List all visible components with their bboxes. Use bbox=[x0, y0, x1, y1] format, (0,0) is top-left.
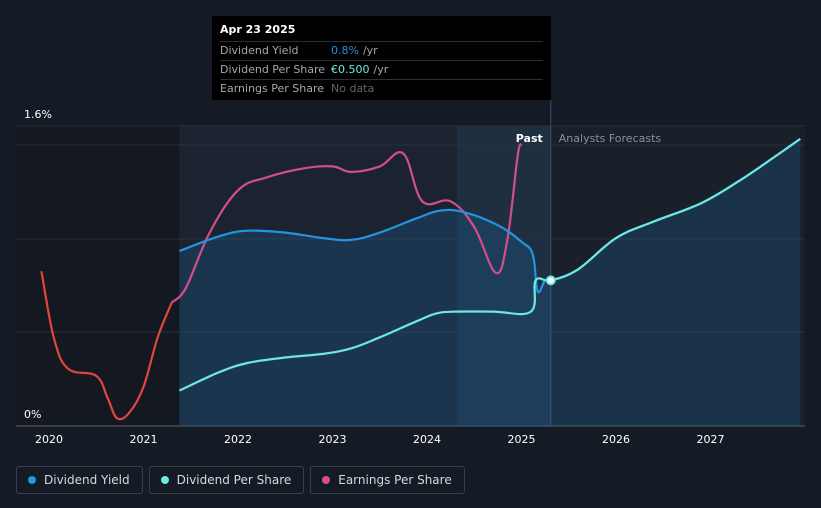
legend-item-dividend-per-share[interactable]: Dividend Per Share bbox=[148, 466, 305, 494]
legend-label: Dividend Per Share bbox=[176, 473, 292, 487]
x-tick-label: 2021 bbox=[130, 433, 158, 446]
x-tick-label: 2023 bbox=[319, 433, 347, 446]
legend-dot-icon bbox=[28, 476, 36, 484]
legend-label: Earnings Per Share bbox=[338, 473, 452, 487]
tooltip-unit: /yr bbox=[373, 63, 389, 76]
x-tick-label: 2024 bbox=[413, 433, 441, 446]
tooltip-value: 0.8% bbox=[331, 44, 359, 57]
x-tick-label: 2025 bbox=[508, 433, 536, 446]
legend-dot-icon bbox=[322, 476, 331, 484]
tooltip-label: Dividend Per Share bbox=[220, 63, 326, 76]
legend-item-earnings-per-share[interactable]: Earnings Per Share bbox=[310, 466, 465, 494]
tooltip-row-earnings-per-share: Earnings Per Share No data bbox=[220, 79, 543, 98]
x-tick-label: 2027 bbox=[697, 433, 725, 446]
tooltip-value: €0.500 bbox=[331, 63, 370, 76]
legend-item-dividend-yield[interactable]: Dividend Yield bbox=[16, 466, 143, 494]
tooltip-date: Apr 23 2025 bbox=[220, 23, 296, 36]
x-tick-label: 2022 bbox=[224, 433, 252, 446]
hover-marker bbox=[545, 275, 556, 286]
chart-legend: Dividend Yield Dividend Per Share Earnin… bbox=[16, 466, 465, 494]
hover-tooltip: Apr 23 2025 Dividend Yield 0.8% /yr Divi… bbox=[212, 16, 551, 100]
y-tick-label-min: 0% bbox=[24, 408, 41, 421]
y-tick-label-max: 1.6% bbox=[24, 108, 52, 121]
forecast-label: Analysts Forecasts bbox=[559, 132, 662, 145]
pre-data-background bbox=[16, 126, 180, 426]
legend-label: Dividend Yield bbox=[44, 473, 130, 487]
tooltip-value: No data bbox=[331, 82, 375, 95]
x-tick-label: 2020 bbox=[35, 433, 63, 446]
legend-dot-icon bbox=[160, 476, 169, 484]
tooltip-row-dividend-per-share: Dividend Per Share €0.500 /yr bbox=[220, 60, 543, 79]
tooltip-label: Dividend Yield bbox=[220, 44, 299, 57]
x-tick-label: 2026 bbox=[602, 433, 630, 446]
tooltip-label: Earnings Per Share bbox=[220, 82, 325, 95]
past-label: Past bbox=[516, 132, 543, 145]
tooltip-row-dividend-yield: Dividend Yield 0.8% /yr bbox=[220, 41, 543, 60]
tooltip-unit: /yr bbox=[362, 44, 378, 57]
